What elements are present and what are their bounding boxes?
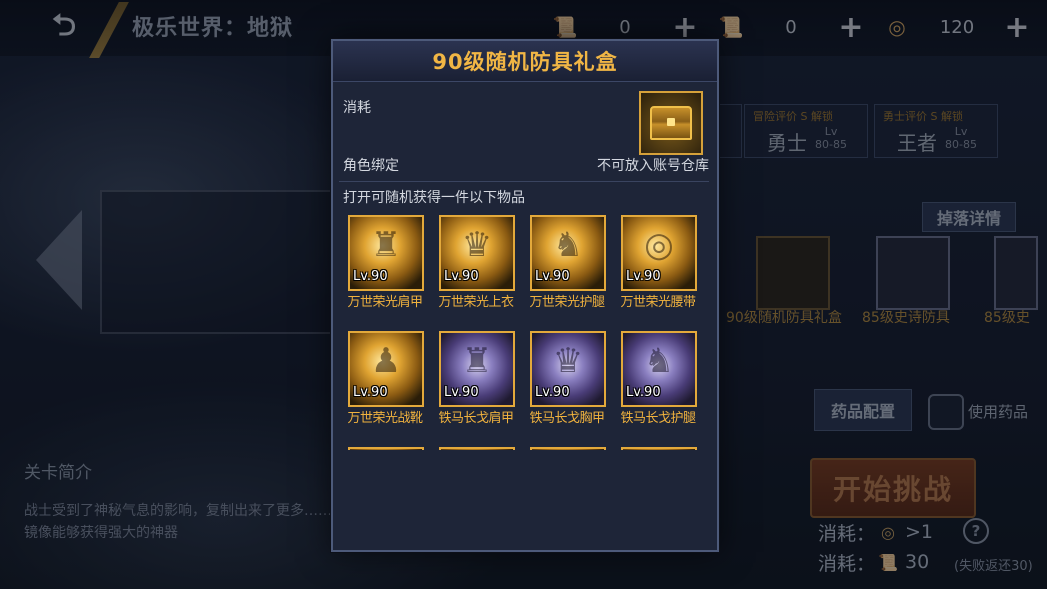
item-name: 万世荣光战靴 [347, 411, 423, 426]
reward-item-frame: ♜ Lv.90 [348, 215, 424, 291]
item-level: Lv.90 [444, 385, 479, 400]
reward-item-frame: ♛ Lv.90 [439, 215, 515, 291]
treasure-chest-icon [650, 106, 692, 140]
reward-item[interactable]: ♜ Lv.90 万世荣光肩甲 [343, 215, 433, 327]
reward-item-frame: ♞ Lv.90 [621, 331, 697, 407]
reward-item-frame: ♟ Lv.90 [348, 331, 424, 407]
gift-box-icon [639, 91, 703, 155]
item-name: 万世荣光上衣 [438, 295, 514, 310]
item-name: 万世荣光护腿 [529, 295, 605, 310]
game-screen: ⮌ 极乐世界：地狱 📜 0 + 📜 0 + ◎ 120 + 关卡简介 战士受到了… [0, 0, 1047, 589]
armor-glyph: ♞ [552, 225, 584, 265]
reward-item[interactable] [616, 447, 706, 450]
armor-glyph: ♛ [461, 225, 493, 265]
item-level: Lv.90 [626, 385, 661, 400]
modal-header: 90级随机防具礼盒 [333, 41, 717, 82]
reward-item[interactable]: ♞ Lv.90 万世荣光护腿 [525, 215, 615, 327]
reward-item[interactable]: ♞ Lv.90 铁马长戈护腿 [616, 331, 706, 443]
reward-item[interactable] [434, 447, 524, 450]
item-name: 万世荣光肩甲 [347, 295, 423, 310]
item-level: Lv.90 [353, 385, 388, 400]
armor-piece-icon [350, 449, 422, 450]
armor-glyph: ♜ [461, 341, 493, 381]
item-name: 铁马长戈护腿 [620, 411, 696, 426]
reward-item[interactable]: ♜ Lv.90 铁马长戈肩甲 [434, 331, 524, 443]
item-level: Lv.90 [353, 269, 388, 284]
reward-item-grid[interactable]: ♜ Lv.90 万世荣光肩甲 ♛ Lv.90 万世荣光上衣 ♞ Lv.90 万世荣光护腿 ◎ Lv.… [343, 215, 713, 450]
reward-item-frame: ♜ Lv.90 [439, 331, 515, 407]
armor-piece-icon [623, 449, 695, 450]
armor-piece-icon [441, 449, 513, 450]
reward-item[interactable]: ♟ Lv.90 万世荣光战靴 [343, 331, 433, 443]
reward-item[interactable]: ♛ Lv.90 万世荣光上衣 [434, 215, 524, 327]
item-level: Lv.90 [535, 385, 570, 400]
reward-item-frame: ♞ Lv.90 [530, 215, 606, 291]
reward-item-frame [621, 447, 697, 450]
consume-label: 消耗 [343, 100, 371, 116]
armor-glyph: ♛ [552, 341, 584, 381]
item-level: Lv.90 [535, 269, 570, 284]
reward-item[interactable]: ◎ Lv.90 万世荣光腰带 [616, 215, 706, 327]
gift-box-modal: 90级随机防具礼盒 消耗 角色绑定 不可放入账号仓库 打开可随机获得一件以下物品… [331, 39, 719, 552]
reward-item[interactable] [343, 447, 433, 450]
armor-glyph: ◎ [644, 225, 674, 265]
reward-item[interactable] [525, 447, 615, 450]
modal-title: 90级随机防具礼盒 [432, 50, 618, 74]
armor-piece-icon [532, 449, 604, 450]
reward-description: 打开可随机获得一件以下物品 [343, 190, 525, 206]
reward-item-frame: ♛ Lv.90 [530, 331, 606, 407]
item-info-section: 消耗 角色绑定 不可放入账号仓库 [339, 87, 709, 182]
armor-glyph: ♟ [370, 341, 402, 381]
item-name: 万世荣光腰带 [620, 295, 696, 310]
reward-item[interactable]: ♛ Lv.90 铁马长戈胸甲 [525, 331, 615, 443]
warehouse-restriction-label: 不可放入账号仓库 [597, 158, 709, 174]
bind-label: 角色绑定 [343, 158, 399, 174]
item-name: 铁马长戈胸甲 [529, 411, 605, 426]
reward-item-frame [530, 447, 606, 450]
item-level: Lv.90 [626, 269, 661, 284]
armor-glyph: ♜ [370, 225, 402, 265]
reward-item-frame [348, 447, 424, 450]
armor-glyph: ♞ [643, 341, 675, 381]
reward-item-frame [439, 447, 515, 450]
item-level: Lv.90 [444, 269, 479, 284]
item-name: 铁马长戈肩甲 [438, 411, 514, 426]
reward-item-frame: ◎ Lv.90 [621, 215, 697, 291]
